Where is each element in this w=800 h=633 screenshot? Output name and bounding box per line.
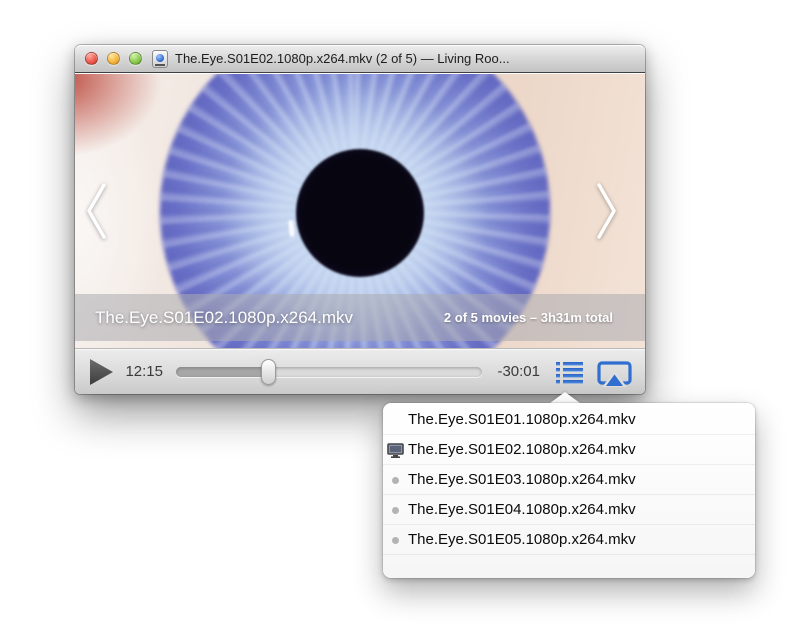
close-button[interactable] bbox=[85, 52, 98, 65]
elapsed-time: 12:15 bbox=[117, 363, 163, 380]
marker-empty bbox=[383, 405, 408, 435]
title-bar: The.Eye.S01E02.1080p.x264.mkv (2 of 5) —… bbox=[75, 45, 645, 73]
play-icon bbox=[88, 358, 114, 386]
playlist-item[interactable]: The.Eye.S01E05.1080p.x264.mkv bbox=[383, 525, 755, 555]
play-button[interactable] bbox=[88, 358, 114, 386]
seek-slider-fill bbox=[176, 367, 268, 377]
playlist-item[interactable]: The.Eye.S01E01.1080p.x264.mkv bbox=[383, 405, 755, 435]
bullet-icon bbox=[383, 495, 408, 525]
app-icon-base bbox=[155, 64, 165, 66]
playlist-item-playing[interactable]: The.Eye.S01E02.1080p.x264.mkv bbox=[383, 435, 755, 465]
video-info-overlay: The.Eye.S01E02.1080p.x264.mkv 2 of 5 mov… bbox=[75, 294, 645, 341]
window-title: The.Eye.S01E02.1080p.x264.mkv (2 of 5) —… bbox=[175, 45, 637, 73]
zoom-button[interactable] bbox=[129, 52, 142, 65]
remaining-time: -30:01 bbox=[478, 363, 540, 380]
chevron-right-icon bbox=[595, 182, 619, 240]
desktop: The.Eye.S01E02.1080p.x264.mkv (2 of 5) —… bbox=[0, 0, 800, 633]
airplay-button[interactable] bbox=[597, 361, 632, 387]
playlist-item[interactable]: The.Eye.S01E04.1080p.x264.mkv bbox=[383, 495, 755, 525]
minimize-button[interactable] bbox=[107, 52, 120, 65]
video-canvas[interactable]: The.Eye.S01E02.1080p.x264.mkv 2 of 5 mov… bbox=[75, 74, 645, 348]
playlist-item-label: The.Eye.S01E03.1080p.x264.mkv bbox=[408, 471, 636, 488]
overlay-filename: The.Eye.S01E02.1080p.x264.mkv bbox=[95, 308, 353, 328]
bullet-icon bbox=[383, 525, 408, 555]
previous-movie-button[interactable] bbox=[84, 182, 108, 240]
display-icon bbox=[383, 435, 408, 465]
window-controls bbox=[85, 52, 142, 65]
next-movie-button[interactable] bbox=[595, 182, 619, 240]
playlist-icon bbox=[556, 362, 583, 384]
app-icon bbox=[152, 50, 168, 68]
eye-pupil bbox=[296, 149, 424, 277]
playlist-item-label: The.Eye.S01E05.1080p.x264.mkv bbox=[408, 531, 636, 548]
app-icon-dot bbox=[156, 54, 164, 62]
playlist-item-label: The.Eye.S01E01.1080p.x264.mkv bbox=[408, 411, 636, 428]
airplay-icon bbox=[597, 361, 632, 387]
overlay-playlist-status: 2 of 5 movies – 3h31m total bbox=[444, 310, 613, 325]
control-bar: 12:15 -30:01 bbox=[75, 348, 645, 394]
playlist-item[interactable]: The.Eye.S01E03.1080p.x264.mkv bbox=[383, 465, 755, 495]
playlist-item-label: The.Eye.S01E02.1080p.x264.mkv bbox=[408, 441, 636, 458]
chevron-left-icon bbox=[84, 182, 108, 240]
seek-slider[interactable] bbox=[176, 367, 482, 377]
playlist-item-label: The.Eye.S01E04.1080p.x264.mkv bbox=[408, 501, 636, 518]
playlist-button[interactable] bbox=[556, 362, 583, 384]
playlist-popover: The.Eye.S01E01.1080p.x264.mkv The.Eye.S0… bbox=[383, 403, 755, 578]
bullet-icon bbox=[383, 465, 408, 495]
player-window: The.Eye.S01E02.1080p.x264.mkv (2 of 5) —… bbox=[75, 45, 645, 394]
popover-arrow bbox=[550, 392, 580, 403]
seek-slider-thumb[interactable] bbox=[261, 359, 276, 385]
